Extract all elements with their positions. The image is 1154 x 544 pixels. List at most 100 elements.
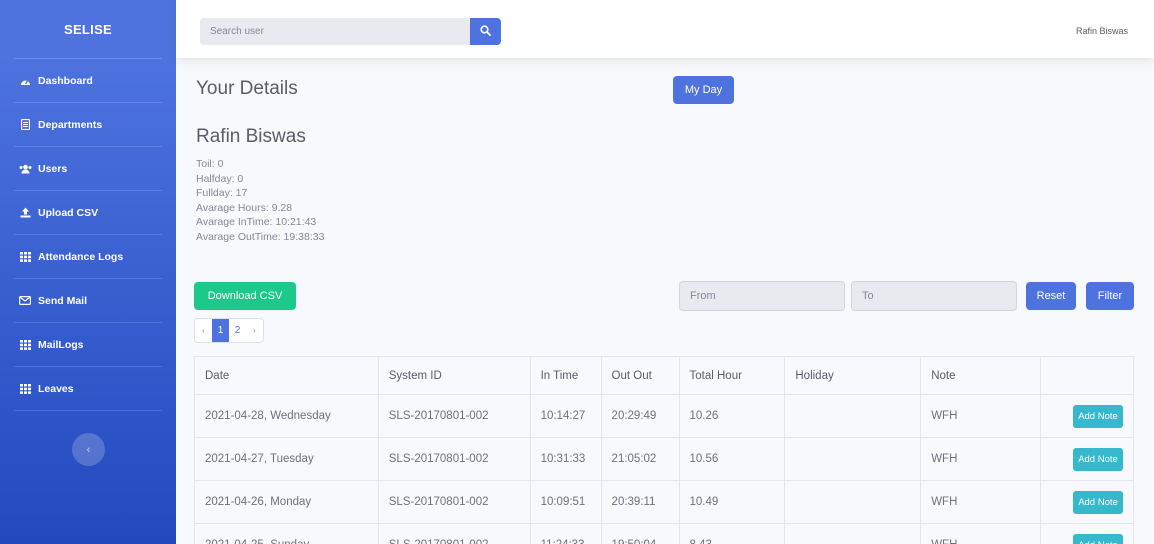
add-note-button[interactable]: Add Note (1073, 490, 1123, 514)
cell-date: 2021-04-27, Tuesday (194, 437, 379, 481)
cell-system-id: SLS-20170801-002 (377, 523, 531, 544)
table-row: 2021-04-27, Tuesday SLS-20170801-002 10:… (194, 437, 1134, 481)
stat-toil: Toil: 0 (196, 158, 224, 170)
cell-system-id: SLS-20170801-002 (377, 394, 531, 438)
from-date-input[interactable] (679, 281, 845, 311)
add-note-button[interactable]: Add Note (1073, 447, 1123, 471)
cell-total-hour: 10.56 (678, 437, 786, 481)
cell-out-time: 20:29:49 (600, 394, 680, 438)
cell-holiday (784, 523, 922, 544)
pagination-prev[interactable]: ‹ (195, 319, 212, 342)
sidebar-item-label: Send Mail (38, 294, 88, 307)
stats-list: Toil: 0 Halfday: 0 Fullday: 17 Avarage H… (196, 157, 324, 245)
document-icon (18, 119, 32, 130)
table-row: 2021-04-26, Monday SLS-20170801-002 10:0… (194, 480, 1134, 524)
sidebar-item-label: Dashboard (38, 74, 93, 87)
to-date-input[interactable] (851, 281, 1017, 311)
pagination-page-1[interactable]: 1 (212, 319, 229, 342)
stat-avg-outtime: Avarage OutTime: 19:38:33 (196, 230, 325, 243)
download-csv-button[interactable]: Download CSV (194, 282, 296, 310)
column-header (1040, 356, 1134, 395)
cell-note: WFH (920, 437, 1041, 481)
search-box (200, 18, 472, 45)
cell-system-id: SLS-20170801-002 (377, 480, 531, 524)
cell-action: Add Note (1040, 394, 1134, 438)
user-menu[interactable]: Rafin Biswas (1076, 26, 1128, 36)
stat-halfday: Halfday: 0 (196, 172, 244, 185)
search-button[interactable] (470, 18, 501, 45)
sidebar-item-dashboard[interactable]: Dashboard (0, 59, 176, 102)
my-day-button[interactable]: My Day (673, 76, 734, 104)
table-header-row: Date System ID In Time Out Out Total Hou… (194, 356, 1134, 395)
pagination-next[interactable]: › (246, 319, 263, 342)
table-row: 2021-04-25, Sunday SLS-20170801-002 11:2… (194, 523, 1134, 544)
topbar: Rafin Biswas (176, 0, 1154, 58)
table-row: 2021-04-28, Wednesday SLS-20170801-002 1… (194, 394, 1134, 438)
sidebar-item-maillogs[interactable]: MailLogs (0, 323, 176, 366)
column-header: Note (920, 356, 1041, 395)
add-note-button[interactable]: Add Note (1073, 533, 1123, 544)
grid-icon (18, 383, 32, 394)
sidebar-item-label: Departments (38, 118, 103, 131)
reset-button[interactable]: Reset (1026, 282, 1076, 310)
cell-in-time: 10:09:51 (529, 480, 602, 524)
sidebar-item-label: Leaves (38, 382, 74, 395)
stat-avg-hours: Avarage Hours: 9.28 (196, 201, 293, 214)
cell-out-time: 19:50:04 (600, 523, 680, 544)
sidebar-item-users[interactable]: Users (0, 147, 176, 190)
cell-total-hour: 8.43 (678, 523, 786, 544)
divider (14, 410, 162, 411)
add-note-button[interactable]: Add Note (1073, 404, 1123, 428)
cell-in-time: 10:14:27 (529, 394, 602, 438)
stat-fullday: Fullday: 17 (196, 187, 248, 200)
users-icon (18, 164, 32, 174)
cell-note: WFH (920, 523, 1041, 544)
cell-date: 2021-04-28, Wednesday (194, 394, 379, 438)
sidebar-item-attendance-logs[interactable]: Attendance Logs (0, 235, 176, 278)
sidebar-toggle-button[interactable]: ‹ (72, 433, 105, 466)
cell-action: Add Note (1040, 480, 1134, 524)
cell-action: Add Note (1040, 437, 1134, 481)
search-icon (480, 23, 491, 41)
grid-icon (18, 251, 32, 262)
cell-total-hour: 10.49 (678, 480, 786, 524)
envelope-icon (18, 296, 32, 305)
cell-date: 2021-04-26, Monday (194, 480, 379, 524)
cell-note: WFH (920, 394, 1041, 438)
sidebar-item-label: MailLogs (38, 338, 84, 351)
sidebar-item-label: Upload CSV (38, 206, 99, 219)
sidebar-item-leaves[interactable]: Leaves (0, 367, 176, 410)
chevron-left-icon: ‹ (86, 443, 91, 456)
tachometer-icon (18, 76, 32, 86)
sidebar-item-departments[interactable]: Departments (0, 103, 176, 146)
cell-system-id: SLS-20170801-002 (377, 437, 531, 481)
cell-date: 2021-04-25, Sunday (194, 523, 379, 544)
sidebar-item-send-mail[interactable]: Send Mail (0, 279, 176, 322)
column-header: Out Out (600, 356, 680, 395)
upload-icon (18, 207, 32, 218)
cell-note: WFH (920, 480, 1041, 524)
pagination: ‹ 1 2 › (194, 318, 264, 343)
column-header: Total Hour (678, 356, 786, 395)
cell-in-time: 11:24:33 (529, 523, 602, 544)
column-header: System ID (377, 356, 531, 395)
column-header: In Time (529, 356, 602, 395)
pagination-page-2[interactable]: 2 (229, 319, 246, 342)
cell-out-time: 21:05:02 (600, 437, 680, 481)
sidebar-item-label: Users (38, 162, 68, 175)
brand-logo[interactable]: SELISE (0, 0, 176, 58)
cell-holiday (784, 480, 922, 524)
sidebar-item-upload-csv[interactable]: Upload CSV (0, 191, 176, 234)
stat-avg-intime: Avarage InTime: 10:21:43 (196, 216, 317, 229)
sidebar: SELISE Dashboard Departments Users Uploa… (0, 0, 176, 544)
filter-button[interactable]: Filter (1086, 282, 1134, 310)
column-header: Date (194, 356, 379, 395)
cell-in-time: 10:31:33 (529, 437, 602, 481)
person-name: Rafin Biswas (196, 126, 306, 147)
page-title: Your Details (196, 78, 298, 99)
cell-action: Add Note (1040, 523, 1134, 544)
sidebar-item-label: Attendance Logs (38, 250, 124, 263)
column-header: Holiday (784, 356, 922, 395)
search-input[interactable] (200, 18, 472, 45)
cell-holiday (784, 394, 922, 438)
